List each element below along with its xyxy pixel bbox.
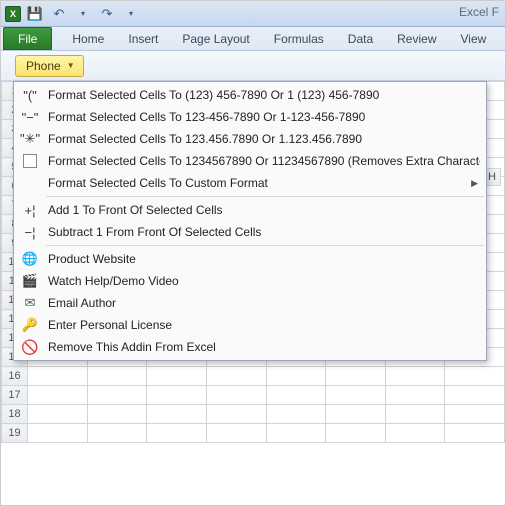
key-icon: 🔑 [18,316,42,334]
cell[interactable] [266,424,326,443]
phone-dropdown-button[interactable]: Phone ▼ [15,55,84,77]
cell[interactable] [87,405,147,424]
cell[interactable] [326,367,386,386]
menu-enter-license[interactable]: 🔑 Enter Personal License [14,314,486,336]
cell[interactable] [385,405,445,424]
row-header[interactable]: 19 [2,424,28,443]
mail-icon: ✉ [18,294,42,312]
row-header[interactable]: 18 [2,405,28,424]
menu-watch-video[interactable]: 🎬 Watch Help/Demo Video [14,270,486,292]
menu-format-dot[interactable]: "✳" Format Selected Cells To 123.456.789… [14,128,486,150]
cell[interactable] [326,386,386,405]
cell[interactable] [147,424,207,443]
ribbon-tabs: File Home Insert Page Layout Formulas Da… [1,27,505,51]
menu-product-website[interactable]: 🌐 Product Website [14,248,486,270]
cell[interactable] [266,386,326,405]
blank-icon [18,174,42,192]
tab-insert[interactable]: Insert [116,27,170,50]
undo-icon[interactable]: ↶ [49,4,69,24]
menu-format-custom[interactable]: Format Selected Cells To Custom Format ▶ [14,172,486,194]
dash-icon: "−" [18,108,42,126]
addin-toolbar: Phone ▼ [1,51,505,81]
menu-format-plain[interactable]: Format Selected Cells To 1234567890 Or 1… [14,150,486,172]
tab-page-layout[interactable]: Page Layout [170,27,261,50]
row-header[interactable]: 16 [2,367,28,386]
tab-review[interactable]: Review [385,27,448,50]
excel-app-icon[interactable]: X [5,6,21,22]
cell[interactable] [87,386,147,405]
menu-remove-addin[interactable]: 🚫 Remove This Addin From Excel [14,336,486,358]
box-icon [18,152,42,170]
cell[interactable] [385,386,445,405]
row-header[interactable]: 17 [2,386,28,405]
menu-email-author[interactable]: ✉ Email Author [14,292,486,314]
minus-prefix-icon: −¦ [18,223,42,241]
tab-formulas[interactable]: Formulas [262,27,336,50]
globe-icon: 🌐 [18,250,42,268]
cell[interactable] [326,424,386,443]
menu-format-dash[interactable]: "−" Format Selected Cells To 123-456-789… [14,106,486,128]
cell[interactable] [445,424,505,443]
phone-button-label: Phone [26,59,61,73]
cell[interactable] [28,405,88,424]
menu-separator [46,196,484,197]
qat-customize-icon[interactable]: ▾ [121,4,141,24]
cell[interactable] [445,367,505,386]
menu-subtract-one[interactable]: −¦ Subtract 1 From Front Of Selected Cel… [14,221,486,243]
cell[interactable] [206,386,266,405]
tab-view[interactable]: View [449,27,499,50]
forbidden-icon: 🚫 [18,338,42,356]
undo-dropdown-icon[interactable]: ▾ [73,4,93,24]
cell[interactable] [385,424,445,443]
menu-add-one[interactable]: +¦ Add 1 To Front Of Selected Cells [14,199,486,221]
cell[interactable] [28,367,88,386]
cell[interactable] [147,405,207,424]
cell[interactable] [28,424,88,443]
cell[interactable] [206,424,266,443]
chevron-down-icon: ▼ [67,61,75,70]
cell[interactable] [147,367,207,386]
cell[interactable] [385,367,445,386]
cell[interactable] [147,386,207,405]
cell[interactable] [326,405,386,424]
parens-icon: "(" [18,86,42,104]
cell[interactable] [266,405,326,424]
cell[interactable] [206,405,266,424]
save-icon[interactable]: 💾 [25,4,45,24]
title-bar: X 💾 ↶ ▾ ↷ ▾ Excel F [1,1,505,27]
cell[interactable] [28,386,88,405]
plus-prefix-icon: +¦ [18,201,42,219]
cell[interactable] [87,424,147,443]
file-tab[interactable]: File [3,27,52,50]
asterisk-icon: "✳" [18,130,42,148]
cell[interactable] [87,367,147,386]
menu-format-parens[interactable]: "(" Format Selected Cells To (123) 456-7… [14,84,486,106]
window-title: Excel F [459,5,499,19]
cell[interactable] [445,405,505,424]
cell[interactable] [266,367,326,386]
cell[interactable] [206,367,266,386]
submenu-arrow-icon: ▶ [471,178,480,189]
phone-dropdown-menu: "(" Format Selected Cells To (123) 456-7… [13,81,487,361]
menu-separator [46,245,484,246]
video-icon: 🎬 [18,272,42,290]
quick-access-toolbar: X 💾 ↶ ▾ ↷ ▾ [5,4,141,24]
tab-data[interactable]: Data [336,27,385,50]
cell[interactable] [445,386,505,405]
tab-home[interactable]: Home [60,27,116,50]
redo-icon[interactable]: ↷ [97,4,117,24]
